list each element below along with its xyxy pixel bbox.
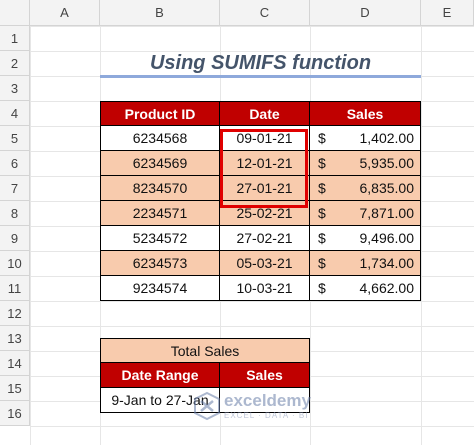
select-all-corner[interactable] — [0, 0, 30, 26]
currency-symbol: $ — [318, 255, 326, 271]
sales-amount: 6,835.00 — [359, 180, 415, 196]
column-header-a[interactable]: A — [30, 0, 100, 26]
table-cell-sales[interactable]: $6,835.00 — [310, 176, 421, 201]
currency-symbol: $ — [318, 155, 326, 171]
exceldemy-watermark: exceldemy EXCEL · DATA · BI — [190, 386, 330, 426]
watermark-tagline: EXCEL · DATA · BI — [224, 411, 309, 420]
table-cell-product-id[interactable]: 2234571 — [100, 201, 220, 226]
row-header-10[interactable]: 10 — [0, 251, 30, 276]
row-header-14[interactable]: 14 — [0, 351, 30, 376]
table-cell-sales[interactable]: $9,496.00 — [310, 226, 421, 251]
row-header-12[interactable]: 12 — [0, 301, 30, 326]
currency-symbol: $ — [318, 280, 326, 296]
summary-title[interactable]: Total Sales — [100, 338, 310, 363]
exceldemy-logo-icon — [194, 391, 220, 421]
criteria-highlight-box — [220, 129, 308, 208]
table-cell-product-id[interactable]: 8234570 — [100, 176, 220, 201]
row-header-11[interactable]: 11 — [0, 276, 30, 301]
table-cell-product-id[interactable]: 6234569 — [100, 151, 220, 176]
table-cell-product-id[interactable]: 6234573 — [100, 251, 220, 276]
row-header-5[interactable]: 5 — [0, 126, 30, 151]
column-header-e[interactable]: E — [421, 0, 474, 26]
currency-symbol: $ — [318, 180, 326, 196]
table-cell-sales[interactable]: $4,662.00 — [310, 276, 421, 301]
sales-amount: 1,402.00 — [359, 130, 415, 146]
summary-header-date-range[interactable]: Date Range — [100, 363, 220, 388]
watermark-name: exceldemy — [224, 391, 311, 410]
table-cell-sales[interactable]: $1,734.00 — [310, 251, 421, 276]
table-cell-date[interactable]: 05-03-21 — [220, 251, 310, 276]
column-header-c[interactable]: C — [220, 0, 310, 26]
table-cell-product-id[interactable]: 6234568 — [100, 126, 220, 151]
sheet-title[interactable]: Using SUMIFS function — [100, 51, 421, 76]
row-header-2[interactable]: 2 — [0, 51, 30, 76]
sales-amount: 1,734.00 — [359, 255, 415, 271]
table-cell-date[interactable]: 10-03-21 — [220, 276, 310, 301]
row-header-6[interactable]: 6 — [0, 151, 30, 176]
summary-header-sales[interactable]: Sales — [220, 363, 310, 388]
currency-symbol: $ — [318, 230, 326, 246]
column-header-d[interactable]: D — [310, 0, 421, 26]
currency-symbol: $ — [318, 205, 326, 221]
table-header-product-id[interactable]: Product ID — [100, 101, 220, 126]
sales-amount: 7,871.00 — [359, 205, 415, 221]
table-cell-date[interactable]: 27-02-21 — [220, 226, 310, 251]
title-underline — [100, 75, 421, 78]
currency-symbol: $ — [318, 130, 326, 146]
row-header-9[interactable]: 9 — [0, 226, 30, 251]
row-header-15[interactable]: 15 — [0, 376, 30, 401]
row-header-7[interactable]: 7 — [0, 176, 30, 201]
row-header-8[interactable]: 8 — [0, 201, 30, 226]
table-cell-sales[interactable]: $7,871.00 — [310, 201, 421, 226]
sales-amount: 4,662.00 — [359, 280, 415, 296]
row-header-3[interactable]: 3 — [0, 76, 30, 101]
table-cell-product-id[interactable]: 9234574 — [100, 276, 220, 301]
sales-amount: 5,935.00 — [359, 155, 415, 171]
table-header-date[interactable]: Date — [220, 101, 310, 126]
row-header-1[interactable]: 1 — [0, 26, 30, 51]
table-header-sales[interactable]: Sales — [310, 101, 421, 126]
gridline — [421, 26, 422, 445]
table-cell-sales[interactable]: $5,935.00 — [310, 151, 421, 176]
table-cell-product-id[interactable]: 5234572 — [100, 226, 220, 251]
sales-amount: 9,496.00 — [359, 230, 415, 246]
table-cell-sales[interactable]: $1,402.00 — [310, 126, 421, 151]
row-header-4[interactable]: 4 — [0, 101, 30, 126]
row-header-13[interactable]: 13 — [0, 326, 30, 351]
row-header-16[interactable]: 16 — [0, 401, 30, 426]
column-header-b[interactable]: B — [100, 0, 220, 26]
